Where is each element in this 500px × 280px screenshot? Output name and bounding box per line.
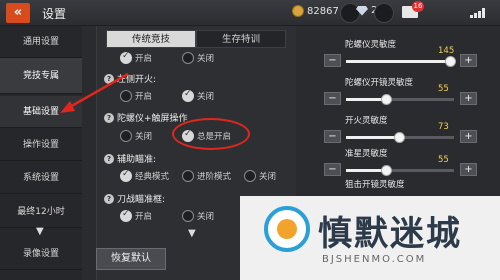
watermark-logo-icon [264, 206, 310, 252]
watermark-title: 慎默迷城 [318, 214, 462, 254]
arrow-shaft [67, 72, 129, 110]
watermark-url: BJSHENMO.COM [322, 254, 427, 265]
arrow-head [60, 101, 75, 113]
